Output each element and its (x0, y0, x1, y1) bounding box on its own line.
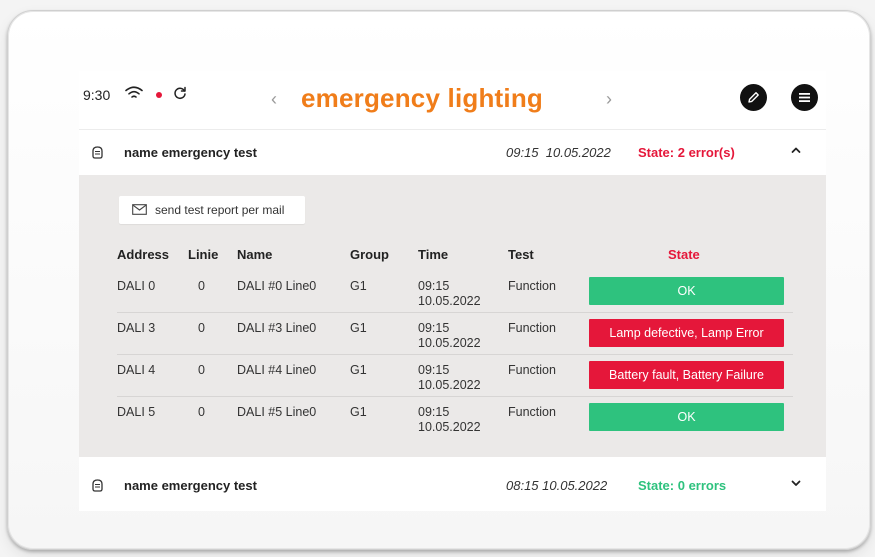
column-header-state: State (668, 247, 700, 262)
chevron-down-icon[interactable] (789, 476, 803, 490)
cell-time: 09:15 10.05.2022 (418, 279, 481, 308)
test-datetime: 09:15 10.05.2022 (506, 145, 611, 160)
cell-test: Function (508, 279, 556, 293)
sync-icon (174, 86, 186, 100)
send-report-mail-button[interactable]: send test report per mail (119, 196, 305, 224)
cell-test: Function (508, 405, 556, 419)
cell-name: DALI #4 Line0 (237, 363, 317, 377)
clock: 9:30 (83, 87, 111, 103)
test-icon (92, 479, 103, 492)
cell-name: DALI #3 Line0 (237, 321, 317, 335)
mail-icon (132, 204, 147, 215)
wifi-icon (125, 86, 143, 98)
cell-address: DALI 0 (117, 279, 156, 293)
cell-line: 0 (198, 321, 205, 335)
status-bar: 9:30 ‹ emergency lighting › (79, 71, 826, 129)
cell-line: 0 (198, 279, 205, 293)
test-state: State: 0 errors (638, 478, 727, 493)
cell-test: Function (508, 363, 556, 377)
cell-time: 09:15 10.05.2022 (418, 321, 481, 350)
column-header-line: Linie (188, 247, 219, 262)
cell-group: G1 (350, 405, 367, 419)
cell-address: DALI 3 (117, 321, 156, 335)
cell-address: DALI 5 (117, 405, 156, 419)
cell-group: G1 (350, 279, 367, 293)
status-badge: OK (589, 403, 784, 431)
cell-group: G1 (350, 321, 367, 335)
cell-test: Function (508, 321, 556, 335)
table-row: DALI 5 0 DALI #5 Line0 G1 09:15 10.05.20… (117, 397, 793, 438)
column-header-address: Address (117, 247, 170, 262)
recording-dot-icon (156, 92, 162, 98)
test-header-1[interactable]: name emergency test 09:15 10.05.2022 Sta… (79, 129, 826, 176)
status-badge: Lamp defective, Lamp Error (589, 319, 784, 347)
page-title: emergency lighting (301, 83, 543, 113)
test-state: State: 2 error(s) (638, 145, 735, 160)
menu-button[interactable] (791, 84, 818, 111)
pencil-icon (748, 92, 759, 103)
test-icon (92, 146, 103, 159)
column-header-name: Name (237, 247, 273, 262)
send-report-mail-label: send test report per mail (155, 203, 285, 217)
test-name: name emergency test (124, 145, 257, 160)
test-details-panel: send test report per mail Address Linie … (79, 175, 826, 457)
test-name: name emergency test (124, 478, 257, 493)
cell-group: G1 (350, 363, 367, 377)
test-header-2[interactable]: name emergency test 08:15 10.05.2022 Sta… (79, 463, 826, 509)
table-row: DALI 4 0 DALI #4 Line0 G1 09:15 10.05.20… (117, 355, 793, 397)
chevron-up-icon[interactable] (789, 143, 803, 157)
cell-name: DALI #0 Line0 (237, 279, 317, 293)
next-page-button[interactable]: › (606, 89, 612, 110)
cell-name: DALI #5 Line0 (237, 405, 317, 419)
cell-time: 09:15 10.05.2022 (418, 363, 481, 392)
cell-time: 09:15 10.05.2022 (418, 405, 481, 434)
status-badge: OK (589, 277, 784, 305)
previous-page-button[interactable]: ‹ (271, 89, 277, 110)
column-header-test: Test (508, 247, 534, 262)
status-badge: Battery fault, Battery Failure (589, 361, 784, 389)
test-datetime: 08:15 10.05.2022 (506, 478, 608, 493)
column-header-group: Group (350, 247, 389, 262)
table-row: DALI 0 0 DALI #0 Line0 G1 09:15 10.05.20… (117, 271, 793, 313)
cell-line: 0 (198, 363, 205, 377)
column-header-time: Time (418, 247, 449, 262)
cell-line: 0 (198, 405, 205, 419)
cell-address: DALI 4 (117, 363, 156, 377)
screen: 9:30 ‹ emergency lighting › name emergen… (79, 71, 826, 511)
table-row: DALI 3 0 DALI #3 Line0 G1 09:15 10.05.20… (117, 313, 793, 355)
device-frame: 9:30 ‹ emergency lighting › name emergen… (7, 10, 871, 550)
hamburger-icon (799, 93, 810, 102)
edit-button[interactable] (740, 84, 767, 111)
